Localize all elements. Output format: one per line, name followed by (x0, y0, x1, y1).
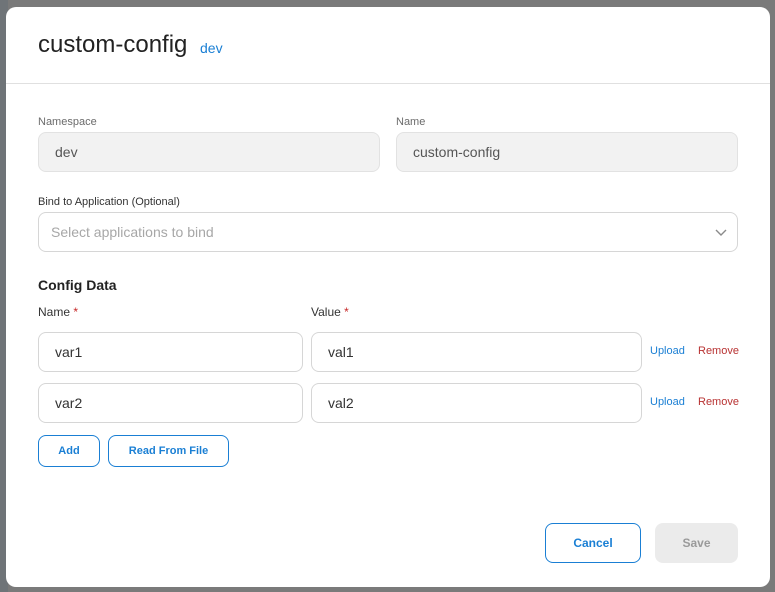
namespace-tag: dev (200, 40, 223, 56)
config-name-column-label: Name * (38, 305, 79, 319)
save-button[interactable]: Save (655, 523, 738, 563)
upload-button[interactable]: Upload (650, 345, 685, 358)
read-from-file-button[interactable]: Read From File (108, 435, 229, 467)
required-mark: * (73, 305, 79, 319)
bind-application-placeholder: Select applications to bind (51, 224, 214, 240)
config-data-title: Config Data (38, 277, 117, 293)
namespace-field: dev (38, 132, 380, 172)
config-value-input[interactable]: val1 (311, 332, 642, 372)
name-label: Name (396, 116, 426, 128)
dialog-title: custom-config (38, 31, 188, 58)
bind-application-label: Bind to Application (Optional) (38, 196, 180, 208)
required-mark: * (344, 305, 349, 319)
add-row-button[interactable]: Add (38, 435, 100, 467)
dialog-header: custom-config dev (6, 7, 770, 84)
upload-button[interactable]: Upload (650, 396, 685, 409)
config-value-column-label: Value * (311, 305, 349, 319)
config-key-input[interactable]: var2 (38, 383, 303, 423)
remove-button[interactable]: Remove (698, 396, 739, 409)
cancel-button[interactable]: Cancel (545, 523, 641, 563)
name-field: custom-config (396, 132, 738, 172)
edit-configmap-dialog: custom-config dev Namespace dev Name cus… (6, 7, 770, 587)
bind-application-select[interactable]: Select applications to bind (38, 212, 738, 252)
config-key-input[interactable]: var1 (38, 332, 303, 372)
remove-button[interactable]: Remove (698, 345, 739, 358)
namespace-label: Namespace (38, 116, 97, 128)
chevron-down-icon (715, 229, 727, 236)
config-value-input[interactable]: val2 (311, 383, 642, 423)
